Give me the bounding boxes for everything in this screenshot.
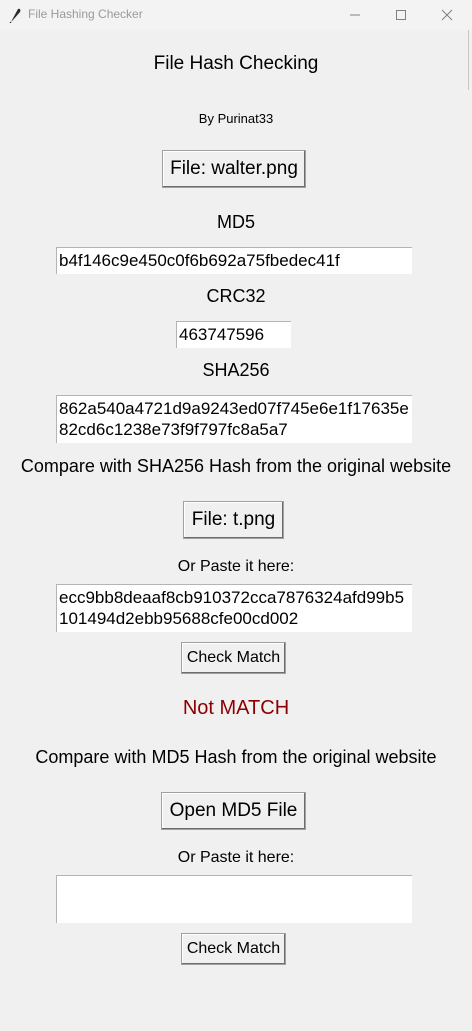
select-file-button[interactable]: File: walter.png (162, 150, 306, 188)
crc32-output-field[interactable]: 463747596 (176, 321, 291, 348)
maximize-icon (396, 10, 406, 20)
close-icon (441, 9, 453, 21)
open-md5-file-button[interactable]: Open MD5 File (161, 792, 306, 830)
minimize-icon (350, 14, 360, 16)
author-byline: By Purinat33 (198, 111, 274, 126)
md5-check-match-button[interactable]: Check Match (181, 933, 286, 965)
minimize-button[interactable] (332, 0, 378, 30)
title-bar: File Hashing Checker (0, 0, 472, 30)
md5-paste-label: Or Paste it here: (177, 849, 295, 866)
sha256-compare-heading: Compare with SHA256 Hash from the origin… (20, 456, 452, 476)
sha256-paste-label: Or Paste it here: (177, 558, 295, 575)
close-button[interactable] (424, 0, 470, 30)
app-heading: File Hash Checking (153, 53, 319, 74)
sha256-label: SHA256 (202, 360, 270, 380)
sha256-paste-field[interactable]: ecc9bb8deaaf8cb910372cca7876324afd99b510… (56, 584, 412, 632)
md5-output-field[interactable]: b4f146c9e450c0f6b692a75fbedec41f (56, 247, 412, 274)
sha256-compare-file-button[interactable]: File: t.png (183, 501, 284, 539)
window-title: File Hashing Checker (28, 7, 143, 21)
feather-icon (8, 7, 22, 24)
maximize-button[interactable] (378, 0, 424, 30)
match-status: Not MATCH (182, 697, 290, 719)
md5-label: MD5 (216, 212, 255, 232)
md5-compare-heading: Compare with MD5 Hash from the original … (35, 747, 437, 767)
crc32-label: CRC32 (206, 286, 266, 306)
sha256-check-match-button[interactable]: Check Match (181, 642, 286, 674)
sha256-output-field[interactable]: 862a540a4721d9a9243ed07f745e6e1f17635e82… (56, 395, 412, 443)
window-edge (468, 30, 472, 1031)
md5-paste-field[interactable] (56, 875, 412, 923)
